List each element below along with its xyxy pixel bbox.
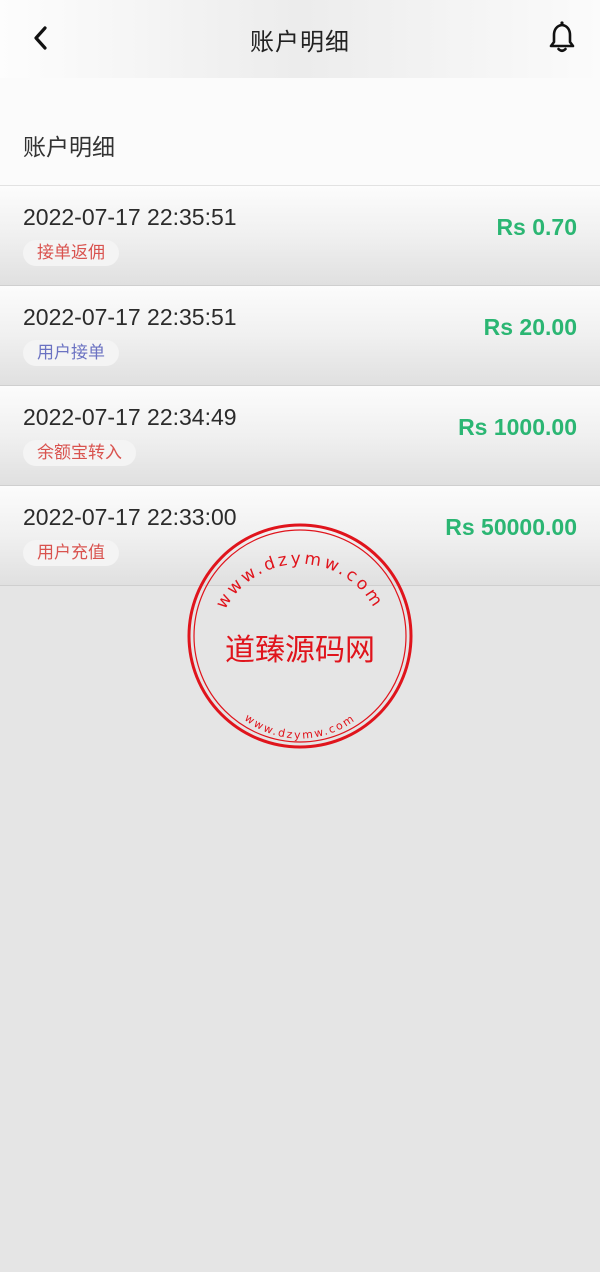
watermark-top-text: www.dzymw.com — [212, 549, 385, 613]
watermark-bottom-text: www.dzymw.com — [242, 711, 356, 741]
transaction-row[interactable]: 2022-07-17 22:35:51 接单返佣 Rs 0.70 — [0, 186, 600, 286]
back-button[interactable] — [26, 20, 56, 56]
section-header: 账户明细 — [0, 78, 600, 186]
transaction-type-badge: 用户充值 — [23, 540, 119, 566]
transaction-amount: Rs 20.00 — [483, 314, 577, 340]
svg-text:www.dzymw.com: www.dzymw.com — [212, 549, 388, 613]
transaction-amount: Rs 0.70 — [496, 214, 577, 240]
transaction-row[interactable]: 2022-07-17 22:34:49 余额宝转入 Rs 1000.00 — [0, 386, 600, 486]
notification-button[interactable] — [546, 18, 578, 56]
transaction-time: 2022-07-17 22:35:51 — [23, 204, 237, 230]
chevron-left-icon — [34, 26, 47, 50]
transaction-time: 2022-07-17 22:35:51 — [23, 304, 237, 330]
transaction-amount: Rs 1000.00 — [458, 414, 577, 440]
transaction-amount: Rs 50000.00 — [445, 514, 577, 540]
transaction-type-badge: 用户接单 — [23, 340, 119, 366]
transaction-row[interactable]: 2022-07-17 22:35:51 用户接单 Rs 20.00 — [0, 286, 600, 386]
transaction-time: 2022-07-17 22:34:49 — [23, 404, 237, 430]
section-title: 账户明细 — [23, 135, 115, 161]
svg-text:www.dzymw.com: www.dzymw.com — [242, 711, 358, 741]
transaction-type-badge: 余额宝转入 — [23, 440, 136, 466]
watermark-stamp: www.dzymw.com 道臻源码网 www.dzymw.com — [187, 523, 413, 749]
app-header: 账户明细 — [0, 0, 600, 78]
bell-icon — [549, 21, 575, 53]
watermark-name: 道臻源码网 — [225, 633, 375, 668]
transaction-type-badge: 接单返佣 — [23, 240, 119, 266]
page-title: 账户明细 — [250, 27, 350, 56]
